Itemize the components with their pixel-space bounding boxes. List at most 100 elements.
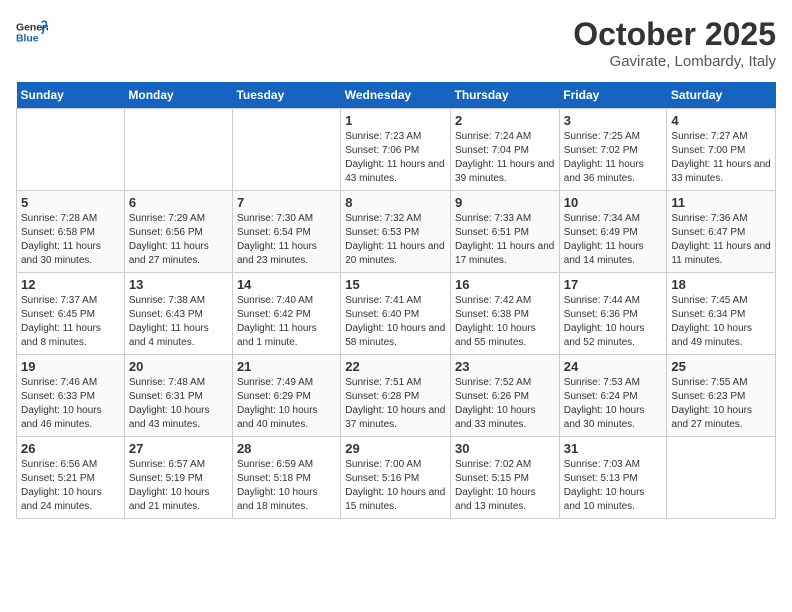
day-number: 22 [345,359,446,374]
col-header-tuesday: Tuesday [232,82,340,109]
day-cell [667,437,776,519]
day-number: 28 [237,441,336,456]
day-cell: 22 Sunrise: 7:51 AM Sunset: 6:28 PM Dayli… [341,355,451,437]
day-cell: 1 Sunrise: 7:23 AM Sunset: 7:06 PM Daylig… [341,109,451,191]
day-cell: 26Sunrise: 6:56 AM Sunset: 5:21 PM Dayli… [17,437,125,519]
col-header-saturday: Saturday [667,82,776,109]
day-cell: 9 Sunrise: 7:33 AM Sunset: 6:51 PM Daylig… [451,191,560,273]
day-cell: 24Sunrise: 7:53 AM Sunset: 6:24 PM Dayli… [559,355,667,437]
day-cell: 7 Sunrise: 7:30 AM Sunset: 6:54 PM Daylig… [232,191,340,273]
day-number: 20 [129,359,228,374]
week-row-4: 19 Sunrise: 7:46 AM Sunset: 6:33 PM Dayli… [17,355,776,437]
day-cell: 21 Sunrise: 7:49 AM Sunset: 6:29 PM Dayli… [232,355,340,437]
day-info: Sunrise: 7:51 AM Sunset: 6:28 PM Dayligh… [345,376,446,432]
day-cell: 14 Sunrise: 7:40 AM Sunset: 6:42 PM Dayli… [232,273,340,355]
day-cell: 27Sunrise: 6:57 AM Sunset: 5:19 PM Dayli… [124,437,232,519]
week-row-3: 12Sunrise: 7:37 AM Sunset: 6:45 PM Dayli… [17,273,776,355]
day-cell: 31 Sunrise: 7:03 AM Sunset: 5:13 PM Dayli… [559,437,667,519]
day-info: Sunrise: 7:55 AM Sunset: 6:23 PM Dayligh… [671,376,771,432]
col-header-friday: Friday [559,82,667,109]
day-cell: 13 Sunrise: 7:38 AM Sunset: 6:43 PM Dayli… [124,273,232,355]
day-info: Sunrise: 7:45 AM Sunset: 6:34 PM Dayligh… [671,294,771,350]
day-info: Sunrise: 7:46 AM Sunset: 6:33 PM Dayligh… [21,376,120,432]
day-cell: 3Sunrise: 7:25 AM Sunset: 7:02 PM Daylig… [559,109,667,191]
day-cell: 8 Sunrise: 7:32 AM Sunset: 6:53 PM Daylig… [341,191,451,273]
day-info: Sunrise: 6:59 AM Sunset: 5:18 PM Dayligh… [237,458,336,514]
day-number: 5 [21,195,120,210]
day-number: 21 [237,359,336,374]
day-number: 18 [671,277,771,292]
day-cell: 16Sunrise: 7:42 AM Sunset: 6:38 PM Dayli… [451,273,560,355]
title-block: October 2025 Gavirate, Lombardy, Italy [573,16,776,70]
col-header-wednesday: Wednesday [341,82,451,109]
day-number: 29 [345,441,446,456]
day-cell: 17 Sunrise: 7:44 AM Sunset: 6:36 PM Dayli… [559,273,667,355]
day-cell: 15 Sunrise: 7:41 AM Sunset: 6:40 PM Dayli… [341,273,451,355]
day-number: 13 [129,277,228,292]
day-number: 6 [129,195,228,210]
day-number: 8 [345,195,446,210]
day-info: Sunrise: 7:24 AM Sunset: 7:04 PM Dayligh… [455,130,555,186]
day-number: 31 [564,441,663,456]
day-info: Sunrise: 7:44 AM Sunset: 6:36 PM Dayligh… [564,294,663,350]
day-number: 24 [564,359,663,374]
day-info: Sunrise: 7:00 AM Sunset: 5:16 PM Dayligh… [345,458,446,514]
day-number: 9 [455,195,555,210]
day-number: 14 [237,277,336,292]
day-cell: 19 Sunrise: 7:46 AM Sunset: 6:33 PM Dayli… [17,355,125,437]
day-info: Sunrise: 7:27 AM Sunset: 7:00 PM Dayligh… [671,130,771,186]
day-cell: 4 Sunrise: 7:27 AM Sunset: 7:00 PM Daylig… [667,109,776,191]
day-cell: 2 Sunrise: 7:24 AM Sunset: 7:04 PM Daylig… [451,109,560,191]
month-title: October 2025 [573,16,776,53]
day-number: 17 [564,277,663,292]
day-number: 11 [671,195,771,210]
day-number: 16 [455,277,555,292]
logo-icon: General Blue [16,16,48,48]
day-info: Sunrise: 7:38 AM Sunset: 6:43 PM Dayligh… [129,294,228,350]
day-number: 2 [455,113,555,128]
day-cell: 30Sunrise: 7:02 AM Sunset: 5:15 PM Dayli… [451,437,560,519]
day-number: 4 [671,113,771,128]
day-number: 25 [671,359,771,374]
day-info: Sunrise: 7:32 AM Sunset: 6:53 PM Dayligh… [345,212,446,268]
day-number: 1 [345,113,446,128]
week-row-5: 26Sunrise: 6:56 AM Sunset: 5:21 PM Dayli… [17,437,776,519]
day-info: Sunrise: 7:36 AM Sunset: 6:47 PM Dayligh… [671,212,771,268]
logo: General Blue [16,16,52,48]
day-cell: 5 Sunrise: 7:28 AM Sunset: 6:58 PM Daylig… [17,191,125,273]
col-header-sunday: Sunday [17,82,125,109]
day-info: Sunrise: 7:49 AM Sunset: 6:29 PM Dayligh… [237,376,336,432]
day-cell: 6Sunrise: 7:29 AM Sunset: 6:56 PM Daylig… [124,191,232,273]
day-number: 19 [21,359,120,374]
day-cell: 23Sunrise: 7:52 AM Sunset: 6:26 PM Dayli… [451,355,560,437]
day-number: 10 [564,195,663,210]
day-cell: 12Sunrise: 7:37 AM Sunset: 6:45 PM Dayli… [17,273,125,355]
day-cell: 29 Sunrise: 7:00 AM Sunset: 5:16 PM Dayli… [341,437,451,519]
day-number: 27 [129,441,228,456]
day-number: 23 [455,359,555,374]
col-header-monday: Monday [124,82,232,109]
day-info: Sunrise: 7:41 AM Sunset: 6:40 PM Dayligh… [345,294,446,350]
day-info: Sunrise: 7:23 AM Sunset: 7:06 PM Dayligh… [345,130,446,186]
day-info: Sunrise: 7:02 AM Sunset: 5:15 PM Dayligh… [455,458,555,514]
day-number: 15 [345,277,446,292]
day-info: Sunrise: 7:34 AM Sunset: 6:49 PM Dayligh… [564,212,663,268]
day-info: Sunrise: 7:30 AM Sunset: 6:54 PM Dayligh… [237,212,336,268]
day-info: Sunrise: 7:28 AM Sunset: 6:58 PM Dayligh… [21,212,120,268]
day-cell: 20 Sunrise: 7:48 AM Sunset: 6:31 PM Dayli… [124,355,232,437]
day-info: Sunrise: 6:56 AM Sunset: 5:21 PM Dayligh… [21,458,120,514]
day-number: 12 [21,277,120,292]
day-info: Sunrise: 7:40 AM Sunset: 6:42 PM Dayligh… [237,294,336,350]
page-header: General Blue October 2025 Gavirate, Lomb… [16,16,776,70]
day-info: Sunrise: 7:25 AM Sunset: 7:02 PM Dayligh… [564,130,663,186]
location: Gavirate, Lombardy, Italy [573,53,776,70]
day-cell [17,109,125,191]
calendar-table: SundayMondayTuesdayWednesdayThursdayFrid… [16,82,776,519]
day-info: Sunrise: 7:33 AM Sunset: 6:51 PM Dayligh… [455,212,555,268]
day-info: Sunrise: 7:48 AM Sunset: 6:31 PM Dayligh… [129,376,228,432]
day-cell: 18 Sunrise: 7:45 AM Sunset: 6:34 PM Dayli… [667,273,776,355]
day-number: 7 [237,195,336,210]
week-row-2: 5 Sunrise: 7:28 AM Sunset: 6:58 PM Daylig… [17,191,776,273]
header-row: SundayMondayTuesdayWednesdayThursdayFrid… [17,82,776,109]
day-info: Sunrise: 7:03 AM Sunset: 5:13 PM Dayligh… [564,458,663,514]
